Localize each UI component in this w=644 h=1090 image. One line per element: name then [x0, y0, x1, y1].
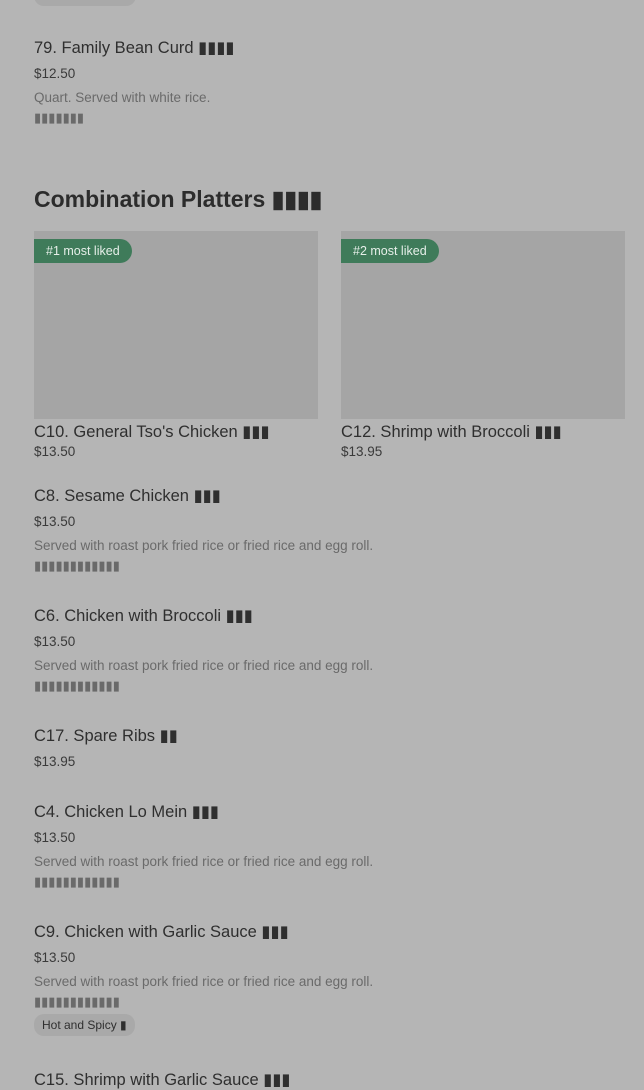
item-title: C9. Chicken with Garlic Sauce ▮▮▮ — [34, 923, 289, 941]
section-title: Combination Platters ▮▮▮▮ — [34, 186, 323, 212]
item-title: C15. Shrimp with Garlic Sauce ▮▮▮ — [34, 1071, 291, 1089]
card-price: $13.95 — [341, 444, 383, 459]
card-image[interactable]: #1 most liked — [34, 231, 318, 419]
featured-card[interactable]: #1 most liked C10. General Tso's Chicken… — [34, 231, 318, 460]
menu-item[interactable]: C4. Chicken Lo Mein ▮▮▮ $13.50 Served wi… — [34, 802, 624, 890]
item-foreign-name: ▮▮▮▮▮▮▮ — [34, 110, 85, 125]
menu-page: 79. Family Bean Curd ▮▮▮▮ $12.50 Quart. … — [0, 0, 644, 1090]
item-foreign-name: ▮▮▮▮▮▮▮▮▮▮▮▮ — [34, 994, 120, 1009]
most-liked-badge: #1 most liked — [34, 239, 132, 263]
item-foreign-name: ▮▮▮▮▮▮▮▮▮▮▮▮ — [34, 678, 120, 693]
item-title: C6. Chicken with Broccoli ▮▮▮ — [34, 607, 253, 625]
item-title: 79. Family Bean Curd ▮▮▮▮ — [34, 39, 235, 57]
card-price: $13.50 — [34, 444, 76, 459]
card-title: C12. Shrimp with Broccoli ▮▮▮ — [341, 423, 562, 441]
item-price: $13.50 — [34, 514, 76, 529]
item-title: C17. Spare Ribs ▮▮ — [34, 727, 178, 745]
item-description: Served with roast pork fried rice or fri… — [34, 854, 374, 869]
menu-item[interactable]: C8. Sesame Chicken ▮▮▮ $13.50 Served wit… — [34, 486, 624, 574]
card-image[interactable]: #2 most liked — [341, 231, 625, 419]
menu-item[interactable]: 79. Family Bean Curd ▮▮▮▮ $12.50 Quart. … — [34, 38, 624, 126]
item-description: Quart. Served with white rice. — [34, 90, 211, 105]
item-description: Served with roast pork fried rice or fri… — [34, 974, 374, 989]
item-foreign-name: ▮▮▮▮▮▮▮▮▮▮▮▮ — [34, 558, 120, 573]
item-price: $13.50 — [34, 950, 76, 965]
menu-item[interactable]: C15. Shrimp with Garlic Sauce ▮▮▮ — [34, 1070, 624, 1090]
item-title: C4. Chicken Lo Mein ▮▮▮ — [34, 803, 219, 821]
item-price: $12.50 — [34, 66, 76, 81]
menu-item[interactable]: C17. Spare Ribs ▮▮ $13.95 — [34, 726, 624, 770]
menu-item[interactable]: C6. Chicken with Broccoli ▮▮▮ $13.50 Ser… — [34, 606, 624, 694]
item-foreign-name: ▮▮▮▮▮▮▮▮▮▮▮▮ — [34, 874, 120, 889]
item-title: C8. Sesame Chicken ▮▮▮ — [34, 487, 221, 505]
hot-and-spicy-tag: Hot and Spicy ▮ — [34, 1014, 135, 1036]
item-description: Served with roast pork fried rice or fri… — [34, 538, 374, 553]
card-title: C10. General Tso's Chicken ▮▮▮ — [34, 423, 270, 441]
item-description: Served with roast pork fried rice or fri… — [34, 658, 374, 673]
featured-card[interactable]: #2 most liked C12. Shrimp with Broccoli … — [341, 231, 625, 460]
item-price: $13.95 — [34, 754, 76, 769]
tag-pill-partial — [34, 0, 136, 6]
item-price: $13.50 — [34, 830, 76, 845]
menu-item[interactable]: C9. Chicken with Garlic Sauce ▮▮▮ $13.50… — [34, 922, 624, 1036]
item-price: $13.50 — [34, 634, 76, 649]
most-liked-badge: #2 most liked — [341, 239, 439, 263]
